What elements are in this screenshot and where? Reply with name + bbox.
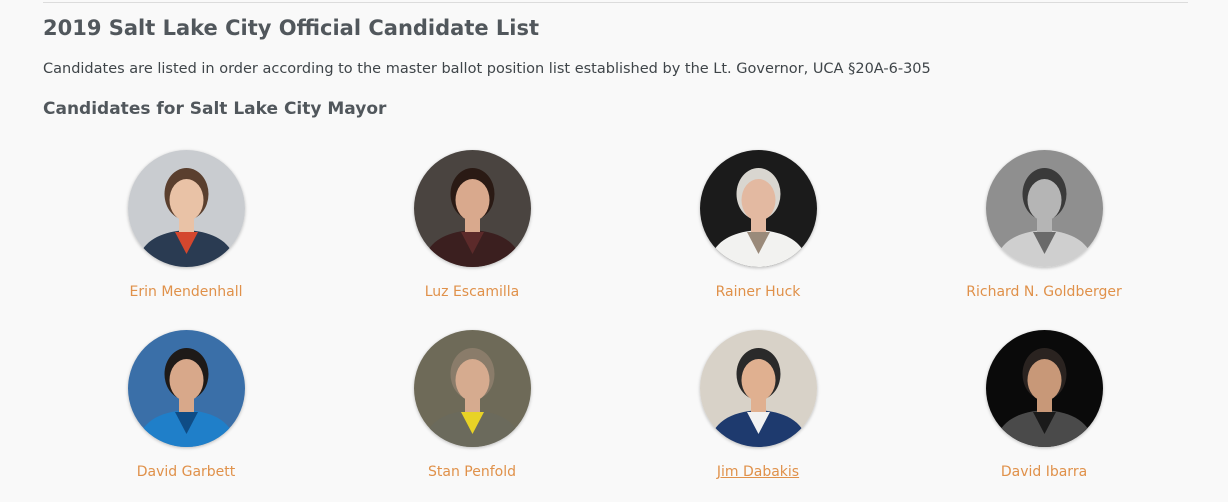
portrait-face [455,179,490,221]
candidate-card: Luz Escamilla [329,150,615,330]
candidate-name-link[interactable]: Erin Mendenhall [43,284,329,300]
portrait-image [986,330,1103,447]
portrait-face [741,179,776,221]
candidate-photo[interactable] [986,330,1103,447]
intro-text: Candidates are listed in order according… [43,61,931,77]
candidate-photo[interactable] [700,150,817,267]
candidate-name-link[interactable]: David Garbett [43,464,329,480]
portrait-face [169,359,204,401]
portrait-face [455,359,490,401]
candidate-photo[interactable] [414,330,531,447]
candidate-photo[interactable] [700,330,817,447]
section-title-mayor: Candidates for Salt Lake City Mayor [43,99,387,119]
portrait-image [986,150,1103,267]
portrait-face [1027,179,1062,221]
candidate-card: David Ibarra [901,330,1187,502]
portrait-image [414,330,531,447]
portrait-face [169,179,204,221]
candidate-grid: Erin Mendenhall Luz Escamilla Rainer Huck R… [43,150,1188,502]
top-divider [43,2,1188,3]
portrait-face [1027,359,1062,401]
candidate-photo[interactable] [128,150,245,267]
candidate-photo[interactable] [414,150,531,267]
portrait-image [414,150,531,267]
portrait-image [128,150,245,267]
candidate-list-page: 2019 Salt Lake City Official Candidate L… [0,0,1228,502]
candidate-card: Jim Dabakis [615,330,901,502]
candidate-name-link[interactable]: Jim Dabakis [615,464,901,480]
candidate-name-link[interactable]: Richard N. Goldberger [901,284,1187,300]
candidate-card: Stan Penfold [329,330,615,502]
portrait-image [128,330,245,447]
candidate-name-link[interactable]: David Ibarra [901,464,1187,480]
portrait-image [700,150,817,267]
portrait-image [700,330,817,447]
portrait-face [741,359,776,401]
candidate-photo[interactable] [986,150,1103,267]
page-title: 2019 Salt Lake City Official Candidate L… [43,16,540,40]
candidate-name-link[interactable]: Luz Escamilla [329,284,615,300]
candidate-card: David Garbett [43,330,329,502]
candidate-photo[interactable] [128,330,245,447]
candidate-card: Erin Mendenhall [43,150,329,330]
candidate-card: Rainer Huck [615,150,901,330]
candidate-name-link[interactable]: Rainer Huck [615,284,901,300]
candidate-card: Richard N. Goldberger [901,150,1187,330]
candidate-name-link[interactable]: Stan Penfold [329,464,615,480]
